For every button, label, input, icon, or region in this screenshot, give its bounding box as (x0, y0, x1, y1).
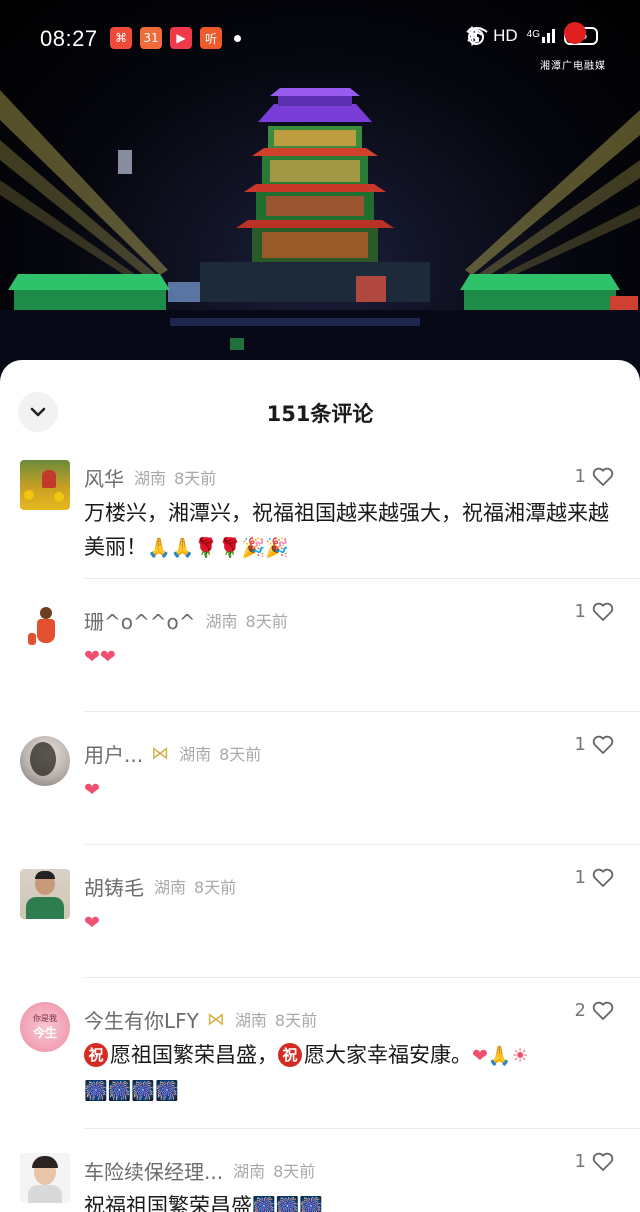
emoji-row: ❤🙏☀ (472, 1045, 529, 1067)
username[interactable]: 今生有你LFY (84, 1005, 199, 1034)
emoji-row: ❤❤ (84, 646, 116, 668)
emoji-row: ❤ (84, 912, 100, 934)
like-count: 1 (574, 466, 586, 487)
firework-emoji-row: 🎆🎆🎆🎆 (84, 1080, 179, 1102)
like-button[interactable]: 1 (575, 466, 614, 487)
heart-outline-icon (592, 1152, 614, 1171)
channel-watermark: 湘潭广电融媒 (540, 61, 606, 72)
vip-badge-icon: ⋈ (206, 1008, 225, 1030)
avatar[interactable] (20, 603, 70, 653)
username[interactable]: 珊^o^^o^ (84, 606, 196, 635)
like-count: 2 (574, 1000, 586, 1021)
like-count: 1 (574, 867, 586, 888)
avatar[interactable] (20, 736, 70, 786)
like-button[interactable]: 2 (575, 1000, 614, 1021)
heart-outline-icon (592, 602, 614, 621)
more-notifications-dot (234, 34, 241, 42)
calendar-31-icon: 31 (140, 27, 162, 49)
comment-item: 你是我 今生 今生有你LFY ⋈ 湖南 8天前 祝愿祖国繁荣昌盛，祝愿大家幸福安… (0, 994, 640, 1128)
divider (84, 1128, 640, 1129)
like-count: 1 (574, 1151, 586, 1172)
clock: 08:27 (40, 26, 98, 51)
timestamp: 8天前 (245, 612, 288, 631)
like-button[interactable]: 1 (575, 1151, 614, 1172)
divider (84, 711, 640, 712)
blessing-emoji-icon: 祝 (84, 1043, 108, 1067)
status-bar: 08:27 ⌘ 31 ▶ 听 HD 4G 75 (0, 0, 640, 80)
username[interactable]: 风华 (84, 463, 124, 492)
notification-icons: ⌘ 31 ▶ 听 (110, 27, 241, 49)
avatar[interactable] (20, 869, 70, 919)
listen-app-icon: 听 (200, 27, 222, 49)
timestamp: 8天前 (174, 469, 217, 488)
comment-text: ❤❤ (84, 639, 614, 674)
firework-emoji-row: 🎆🎆🎆 (252, 1196, 323, 1212)
hd-indicator: HD (493, 26, 518, 45)
like-button[interactable]: 1 (575, 867, 614, 888)
comment-text: 万楼兴，湘潭兴，祝福祖国越来越强大，祝福湘潭越来越美丽！🙏🙏🌹🌹🎉🎉 (84, 501, 609, 559)
heart-outline-icon (592, 868, 614, 887)
heart-outline-icon (592, 1001, 614, 1020)
location: 湖南 (205, 612, 238, 631)
emoji-row: 🙏🙏🌹🌹🎉🎉 (147, 537, 289, 559)
video-player[interactable]: 08:27 ⌘ 31 ▶ 听 HD 4G 75 (0, 0, 640, 380)
like-button[interactable]: 1 (575, 601, 614, 622)
location: 湖南 (179, 745, 212, 764)
comment-item: 车险续保经理... 湖南 8天前 祝福祖国繁荣昌盛🎆🎆🎆 1 (0, 1145, 640, 1212)
heart-outline-icon (592, 467, 614, 486)
timestamp: 8天前 (219, 745, 262, 764)
orange-app-icon: ⌘ (110, 27, 132, 49)
blessing-emoji-icon: 祝 (278, 1043, 302, 1067)
like-count: 1 (574, 601, 586, 622)
avatar[interactable]: 你是我 今生 (20, 1002, 70, 1052)
avatar[interactable] (20, 1153, 70, 1203)
comment-text: ❤ (84, 905, 614, 940)
divider (84, 844, 640, 845)
like-count: 1 (574, 734, 586, 755)
video-play-icon: ▶ (170, 27, 192, 49)
comment-item: 胡铸毛 湖南 8天前 ❤ 1 (0, 861, 640, 977)
timestamp: 8天前 (194, 878, 237, 897)
location: 湖南 (234, 1011, 267, 1030)
timestamp: 8天前 (273, 1162, 316, 1181)
divider (84, 977, 640, 978)
location: 湖南 (233, 1162, 266, 1181)
location: 湖南 (134, 469, 167, 488)
comment-item: 珊^o^^o^ 湖南 8天前 ❤❤ 1 (0, 595, 640, 711)
emoji-row: ❤ (84, 779, 100, 801)
divider (84, 578, 640, 579)
vip-badge-icon: ⋈ (151, 742, 170, 764)
heart-outline-icon (592, 735, 614, 754)
like-button[interactable]: 1 (575, 734, 614, 755)
comment-text: ❤ (84, 772, 614, 807)
recording-dot (564, 22, 586, 44)
comment-item: 用户... ⋈ 湖南 8天前 ❤ 1 (0, 728, 640, 844)
comments-header: 151条评论 (0, 360, 640, 460)
username[interactable]: 胡铸毛 (84, 872, 144, 901)
timestamp: 8天前 (274, 1011, 318, 1030)
avatar[interactable] (20, 460, 70, 510)
location: 湖南 (154, 878, 187, 897)
comment-item: 风华 湖南 8天前 万楼兴，湘潭兴，祝福祖国越来越强大，祝福湘潭越来越美丽！🙏🙏… (0, 460, 640, 578)
comment-text: 祝福祖国繁荣昌盛🎆🎆🎆 (84, 1189, 614, 1212)
signal-icon: 4G (527, 29, 555, 43)
comments-count-title: 151条评论 (266, 402, 374, 426)
username[interactable]: 用户... (84, 739, 143, 768)
comments-sheet: 151条评论 风华 湖南 8天前 万楼兴，湘潭兴，祝福祖国越来越强大，祝福湘潭越… (0, 360, 640, 1212)
username[interactable]: 车险续保经理... (84, 1156, 223, 1185)
comment-text: 祝愿祖国繁荣昌盛，祝愿大家幸福安康。❤🙏☀ 🎆🎆🎆🎆 (84, 1043, 529, 1102)
